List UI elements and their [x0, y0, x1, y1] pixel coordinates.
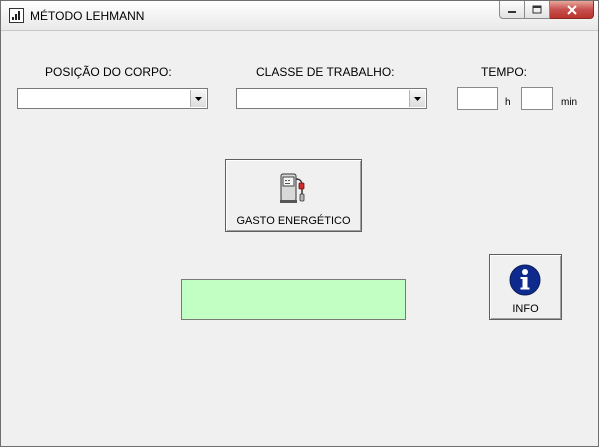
result-display [181, 279, 406, 320]
work-class-dropdown-button[interactable] [409, 90, 425, 107]
chevron-down-icon [195, 96, 202, 101]
maximize-icon [532, 5, 542, 14]
app-icon[interactable] [9, 8, 24, 23]
posture-label: POSIÇÃO DO CORPO: [45, 65, 172, 79]
energy-expenditure-label: GASTO ENERGÉTICO [236, 215, 351, 227]
time-label: TEMPO: [481, 65, 528, 79]
close-button[interactable] [550, 1, 594, 19]
window-title: MÉTODO LEHMANN [30, 9, 145, 23]
info-button[interactable]: INFO [489, 254, 562, 320]
minutes-unit: min [561, 97, 578, 108]
app-window: MÉTODO LEHMANN POSIÇÃO DO CORPO: CLASSE … [0, 0, 599, 447]
title-bar[interactable]: MÉTODO LEHMANN [1, 1, 598, 31]
info-icon [509, 264, 541, 296]
hours-input[interactable] [457, 87, 498, 110]
work-class-select[interactable] [236, 88, 427, 109]
posture-dropdown-button[interactable] [190, 90, 206, 107]
close-icon [566, 4, 577, 15]
info-label: INFO [512, 303, 539, 315]
work-class-label: CLASSE DE TRABALHO: [256, 65, 395, 79]
chevron-down-icon [414, 96, 421, 101]
minutes-input[interactable] [521, 87, 553, 110]
minimize-icon [508, 10, 516, 13]
maximize-button[interactable] [525, 1, 550, 19]
minimize-button[interactable] [499, 1, 525, 19]
fuel-pump-icon [280, 173, 305, 203]
hours-unit: h [505, 97, 511, 108]
window-controls [499, 1, 594, 20]
posture-select[interactable] [17, 88, 208, 109]
energy-expenditure-button[interactable]: GASTO ENERGÉTICO [225, 159, 362, 232]
